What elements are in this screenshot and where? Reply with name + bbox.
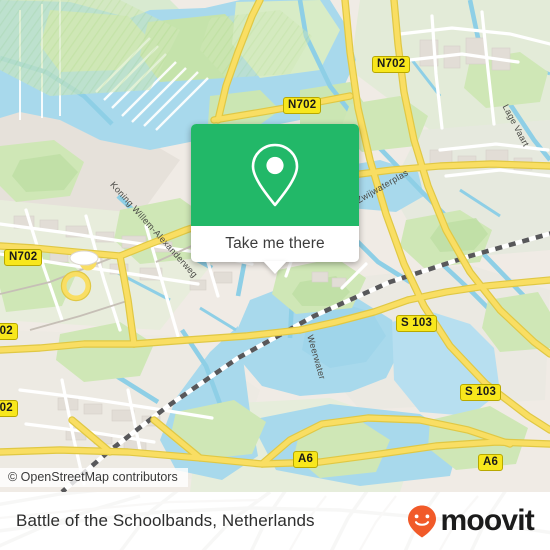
take-me-there-label: Take me there xyxy=(225,235,325,252)
popup-pointer xyxy=(263,261,287,274)
footer-bar: Battle of the Schoolbands, Netherlands m… xyxy=(0,492,550,550)
road-shield: A6 xyxy=(293,451,319,468)
road-shield: N702 xyxy=(283,97,322,114)
road-shield: 702 xyxy=(0,323,18,340)
road-shield: N702 xyxy=(4,249,43,266)
moovit-wordmark: moovit xyxy=(440,504,534,537)
road-shield: 702 xyxy=(0,400,18,417)
location-popup-card[interactable]: Take me there xyxy=(191,124,359,274)
map-screenshot: N702 N702 N702 702 702 S 103 S 103 A6 A6… xyxy=(0,0,550,550)
road-shield: N702 xyxy=(372,56,411,73)
popup-action-panel[interactable]: Take me there xyxy=(191,226,359,262)
popup-icon-panel xyxy=(191,124,359,226)
road-shield: S 103 xyxy=(396,315,438,332)
map-pin-icon xyxy=(251,143,299,207)
road-shield: A6 xyxy=(478,454,504,471)
road-shield: S 103 xyxy=(460,384,502,401)
osm-attribution[interactable]: © OpenStreetMap contributors xyxy=(0,468,188,487)
moovit-pin-icon xyxy=(408,505,437,538)
page-title: Battle of the Schoolbands, Netherlands xyxy=(16,511,315,530)
moovit-logo[interactable]: moovit xyxy=(406,492,535,550)
